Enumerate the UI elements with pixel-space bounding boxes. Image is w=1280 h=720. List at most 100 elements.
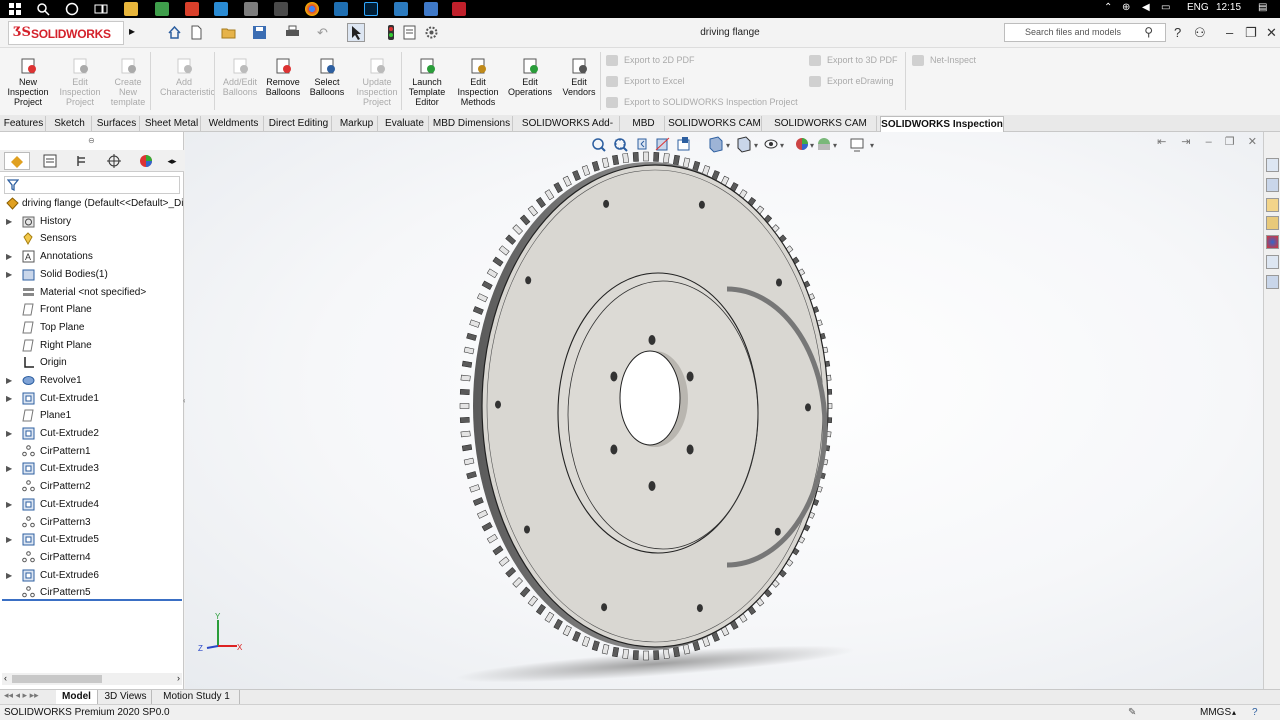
tree-item-cut-extrude5[interactable]: ▶ Cut-Extrude5 xyxy=(0,531,184,548)
tree-item-cirpattern1[interactable]: CirPattern1 xyxy=(0,443,184,460)
expand-arrow-icon[interactable]: ▶ xyxy=(6,425,12,442)
rollback-bar[interactable] xyxy=(2,599,182,601)
tree-item-front-plane[interactable]: Front Plane xyxy=(0,301,184,318)
tab-sketch[interactable]: Sketch xyxy=(48,116,92,132)
export-excel-button[interactable]: Export to Excel xyxy=(606,76,685,88)
taskbar-search-icon[interactable] xyxy=(36,2,50,16)
graphics-area[interactable]: ▾ ▾ ▾ ▾ ▾ ▾ ⇤ ⇥ – ❐ ✕ Y X Z xyxy=(185,132,1263,689)
expand-arrow-icon[interactable]: ▶ xyxy=(6,266,12,283)
home-icon[interactable] xyxy=(167,25,182,40)
feature-filter-input[interactable] xyxy=(4,176,180,194)
export-inspection-project-button[interactable]: Export to SOLIDWORKS Inspection Project xyxy=(606,97,798,109)
tab-direct-editing[interactable]: Direct Editing xyxy=(266,116,332,132)
feature-tree-tab-icon[interactable] xyxy=(4,152,30,170)
driving-flange-model[interactable] xyxy=(185,132,1263,689)
close-button[interactable]: ✕ xyxy=(1266,25,1277,41)
tree-item-cut-extrude6[interactable]: ▶ Cut-Extrude6 xyxy=(0,567,184,584)
tree-item-cirpattern3[interactable]: CirPattern3 xyxy=(0,514,184,531)
tree-item-cirpattern2[interactable]: CirPattern2 xyxy=(0,478,184,495)
print-icon[interactable] xyxy=(285,25,300,40)
export-edrawing-button[interactable]: Export eDrawing xyxy=(809,76,894,88)
help-icon[interactable]: ? xyxy=(1174,25,1181,40)
tab-solidworks-add-ins[interactable]: SOLIDWORKS Add-Ins xyxy=(516,116,620,144)
search-icon[interactable]: ⚲ xyxy=(1144,25,1153,39)
cortana-icon[interactable] xyxy=(65,2,79,16)
search-input[interactable]: Search files and models ⚲ xyxy=(1004,23,1166,42)
tree-item-cut-extrude4[interactable]: ▶ Cut-Extrude4 xyxy=(0,496,184,513)
app-icon-10[interactable] xyxy=(394,2,408,16)
tab-solidworks-cam-tbm[interactable]: SOLIDWORKS CAM TBM xyxy=(765,116,877,144)
status-help-icon[interactable]: ? xyxy=(1252,705,1258,720)
dimxpert-tab-icon[interactable] xyxy=(101,152,127,170)
tab-weldments[interactable]: Weldments xyxy=(204,116,264,132)
tab-motion-study[interactable]: Motion Study 1 xyxy=(154,690,240,705)
save-icon[interactable] xyxy=(252,25,267,40)
tab-mbd-dimensions[interactable]: MBD Dimensions xyxy=(431,116,513,132)
edit-operations-button[interactable]: Edit Operations xyxy=(506,58,554,97)
configuration-manager-tab-icon[interactable] xyxy=(69,152,95,170)
tree-item-top-plane[interactable]: Top Plane xyxy=(0,319,184,336)
tray-chevron-icon[interactable]: ⌃ xyxy=(1104,2,1112,13)
edit-vendors-button[interactable]: Edit Vendors xyxy=(555,58,603,97)
notification-icon[interactable]: ▤ xyxy=(1258,2,1267,13)
tab-solidworks-cam[interactable]: SOLIDWORKS CAM xyxy=(668,116,762,132)
expand-arrow-icon[interactable]: ▶ xyxy=(6,496,12,513)
net-inspect-button[interactable]: Net-Inspect xyxy=(912,55,976,67)
clock[interactable]: 12:15 xyxy=(1216,2,1241,13)
scroll-left-icon[interactable]: ‹ xyxy=(4,673,7,683)
new-document-icon[interactable] xyxy=(189,25,204,40)
tree-item-sensors[interactable]: Sensors xyxy=(0,230,184,247)
tree-item-solid-bodies-1[interactable]: ▶ Solid Bodies(1) xyxy=(0,266,184,283)
open-folder-icon[interactable] xyxy=(221,25,236,40)
options-gear-icon[interactable] xyxy=(424,25,439,40)
view-palette-icon[interactable] xyxy=(1266,216,1279,230)
tree-item-cut-extrude2[interactable]: ▶ Cut-Extrude2 xyxy=(0,425,184,442)
status-units[interactable]: MMGS xyxy=(1200,705,1231,720)
undo-icon[interactable]: ↶ xyxy=(317,25,332,40)
launch-template-editor-button[interactable]: Launch Template Editor xyxy=(403,58,451,107)
horizontal-scrollbar[interactable]: ‹ › xyxy=(2,673,182,685)
scroll-right-icon[interactable]: › xyxy=(177,673,180,683)
appearances-icon[interactable] xyxy=(1266,235,1279,249)
status-units-arrow-icon[interactable]: ▴ xyxy=(1232,705,1236,720)
tree-item-cirpattern4[interactable]: CirPattern4 xyxy=(0,549,184,566)
tab-3d-views[interactable]: 3D Views xyxy=(100,690,152,705)
expand-arrow-icon[interactable]: ▶ xyxy=(6,248,12,265)
create-new-template-button[interactable]: Create New template xyxy=(104,58,152,107)
update-inspection-project-button[interactable]: Update Inspection Project xyxy=(353,58,401,107)
tree-root-part[interactable]: driving flange (Default<<Default>_Di xyxy=(0,195,184,212)
tab-solidworks-inspection[interactable]: SOLIDWORKS Inspection xyxy=(880,116,1004,132)
tree-item-material-not-specified[interactable]: Material <not specified> xyxy=(0,284,184,301)
expand-arrow-icon[interactable]: ▶ xyxy=(6,372,12,389)
add-edit-balloons-button[interactable]: Add/Edit Balloons xyxy=(216,58,264,97)
photoshop-icon[interactable] xyxy=(364,2,378,16)
export-3d-pdf-button[interactable]: Export to 3D PDF xyxy=(809,55,898,67)
edit-inspection-project-button[interactable]: Edit Inspection Project xyxy=(56,58,104,107)
tab-markup[interactable]: Markup xyxy=(336,116,378,132)
edit-inspection-methods-button[interactable]: Edit Inspection Methods xyxy=(454,58,502,107)
new-inspection-project-button[interactable]: New Inspection Project xyxy=(4,58,52,107)
tab-model[interactable]: Model xyxy=(56,690,98,705)
solidworks-taskbar-icon[interactable] xyxy=(452,2,466,16)
tree-item-revolve1[interactable]: ▶ Revolve1 xyxy=(0,372,184,389)
tree-item-plane1[interactable]: Plane1 xyxy=(0,407,184,424)
language-indicator[interactable]: ENG xyxy=(1187,2,1209,13)
solidworks-logo[interactable]: ƷS SOLIDWORKS xyxy=(8,21,124,45)
expand-arrow-icon[interactable]: ▶ xyxy=(6,460,12,477)
windows-start-icon[interactable] xyxy=(8,2,22,16)
tab-evaluate[interactable]: Evaluate xyxy=(381,116,429,132)
app-icon-11[interactable] xyxy=(424,2,438,16)
tree-item-cut-extrude1[interactable]: ▶ Cut-Extrude1 xyxy=(0,390,184,407)
panel-scroll-right-icon[interactable]: ◂▸ xyxy=(164,152,180,170)
battery-icon[interactable]: ▭ xyxy=(1161,2,1170,13)
minimize-button[interactable]: – xyxy=(1226,25,1233,40)
tree-item-cut-extrude3[interactable]: ▶ Cut-Extrude3 xyxy=(0,460,184,477)
expand-arrow-icon[interactable]: ▶ xyxy=(6,531,12,548)
file-properties-icon[interactable] xyxy=(402,25,417,40)
restore-button[interactable]: ❐ xyxy=(1245,25,1257,41)
tab-surfaces[interactable]: Surfaces xyxy=(94,116,140,132)
select-arrow-icon[interactable] xyxy=(347,23,365,42)
app-icon-5[interactable] xyxy=(244,2,258,16)
select-balloons-button[interactable]: Select Balloons xyxy=(303,58,351,97)
app-icon-3[interactable] xyxy=(185,2,199,16)
